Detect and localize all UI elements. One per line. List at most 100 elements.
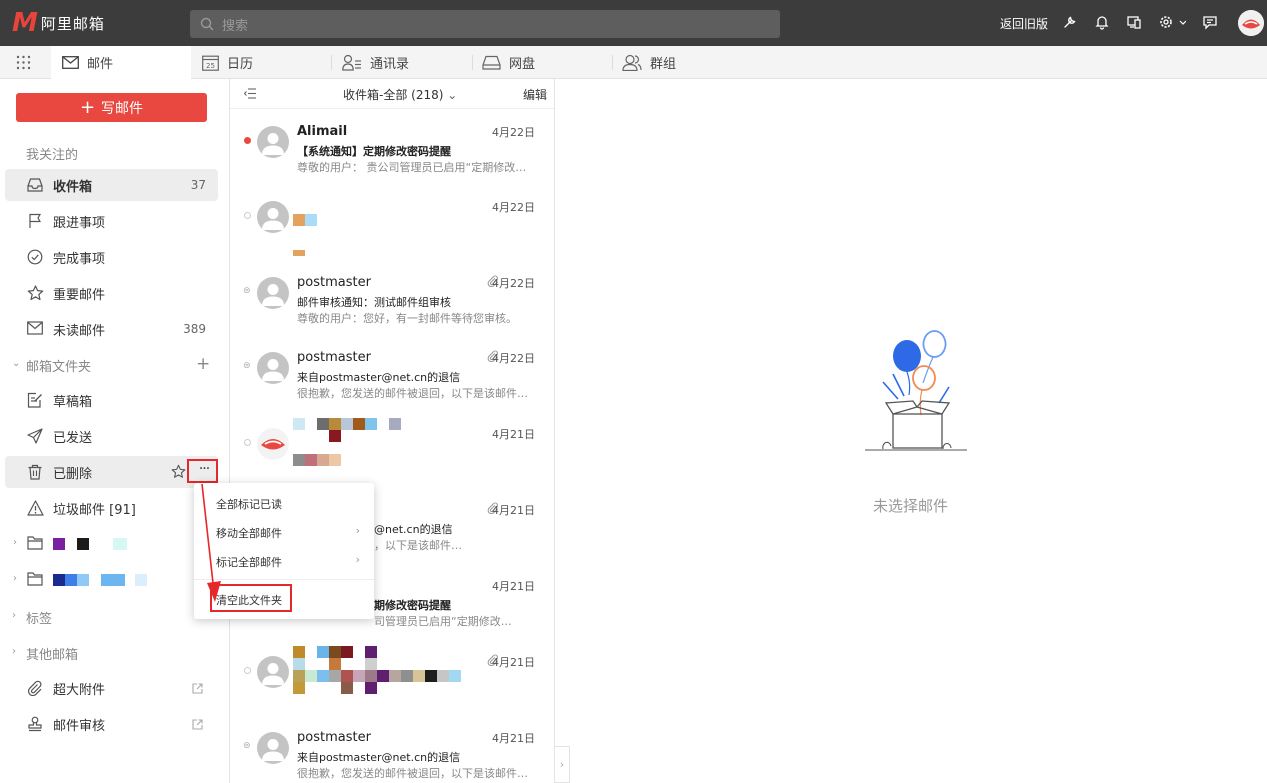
obscured-pixel xyxy=(329,658,341,670)
expand-pane-handle[interactable]: › xyxy=(555,746,570,783)
obscured-pixel xyxy=(293,682,305,694)
star-icon xyxy=(27,285,44,301)
settings-gear-icon[interactable] xyxy=(1158,14,1186,30)
mail-list-item[interactable]: 4月21日 xyxy=(230,414,554,490)
external-link-icon xyxy=(192,719,203,730)
app-logo[interactable]: M 阿里邮箱 xyxy=(12,10,105,36)
chevron-right-icon: › xyxy=(355,553,360,566)
mail-list-item[interactable]: 4月21日 xyxy=(230,642,554,718)
mail-list-item[interactable]: ⊜ postmaster 4月22日 邮件审核通知：测试邮件组审核 尊敬的用户：… xyxy=(230,263,554,339)
tools-icon[interactable] xyxy=(1062,14,1078,30)
folder-icon xyxy=(27,572,43,586)
warning-icon xyxy=(27,500,44,516)
devices-icon[interactable] xyxy=(1126,14,1142,30)
feedback-icon[interactable] xyxy=(1202,14,1218,30)
group-icon xyxy=(622,54,642,71)
obscured-pixel xyxy=(293,250,305,256)
obscured-pixel xyxy=(329,418,341,430)
add-folder-icon[interactable]: + xyxy=(196,356,210,373)
logo-text: 阿里邮箱 xyxy=(40,14,105,33)
mail-sender: postmaster xyxy=(297,275,371,290)
folder-filter-dropdown[interactable]: 收件箱-全部 (218) ⌄ xyxy=(343,86,457,103)
reading-pane: 未选择邮件 › xyxy=(555,79,1267,783)
tags-section-label: 标签 xyxy=(26,612,53,627)
obscured-pixel xyxy=(413,670,425,682)
mail-subject: 来自postmaster@net.cn的退信 xyxy=(297,751,461,764)
sidebar-item-label: 邮件审核 xyxy=(53,718,106,734)
search-input[interactable]: 搜索 xyxy=(190,10,780,38)
sidebar-item-large-attachment[interactable]: 超大附件 xyxy=(5,672,218,704)
sender-avatar xyxy=(257,352,289,384)
sidebar-item-custom-folder[interactable]: › xyxy=(5,528,218,560)
back-to-old-version-link[interactable]: 返回旧版 xyxy=(1000,0,1048,46)
mail-date: 4月21日 xyxy=(492,428,535,441)
folders-section-header[interactable]: ⌄ 邮箱文件夹 + xyxy=(0,355,230,376)
user-avatar[interactable] xyxy=(1238,10,1264,36)
sender-avatar xyxy=(257,201,289,233)
tab-calendar[interactable]: 25 日历 xyxy=(202,46,253,79)
chevron-right-icon: › xyxy=(13,573,17,584)
mail-date: 4月21日 xyxy=(492,504,535,517)
obscured-pixel xyxy=(341,418,353,430)
obscured-pixel xyxy=(425,670,437,682)
mail-list-item[interactable]: Alimail 4月22日 【系统通知】定期修改密码提醒 尊敬的用户： 贵公司管… xyxy=(230,112,554,188)
obscured-pixel xyxy=(341,646,353,658)
tab-contacts-label: 通讯录 xyxy=(370,57,410,72)
obscured-pixel xyxy=(449,670,461,682)
mail-sender: Alimail xyxy=(297,124,348,139)
obscured-pixel xyxy=(329,670,341,682)
read-dot xyxy=(244,439,251,446)
top-bar: M 阿里邮箱 搜索 返回旧版 xyxy=(0,0,1267,46)
tab-groups[interactable]: 群组 xyxy=(622,46,676,79)
obscured-pixel xyxy=(293,646,305,658)
tab-calendar-label: 日历 xyxy=(227,57,254,72)
trash-icon xyxy=(27,464,43,480)
tab-divider xyxy=(331,55,332,70)
mail-list-header: 收件箱-全部 (218) ⌄ 编辑 xyxy=(230,79,554,109)
sidebar-item-unread[interactable]: 未读邮件 389 xyxy=(5,313,218,345)
mail-preview: 尊敬的用户： 贵公司管理员已启用“定期修改… xyxy=(297,161,527,174)
sidebar-item-done[interactable]: 完成事项 xyxy=(5,241,218,273)
chevron-right-icon: › xyxy=(559,758,565,771)
sidebar-item-spam[interactable]: 垃圾邮件 [91] xyxy=(5,492,218,524)
obscured-pixel xyxy=(53,574,65,586)
obscured-pixel xyxy=(293,670,305,682)
tab-mail[interactable]: 邮件 xyxy=(51,46,191,79)
edit-button[interactable]: 编辑 xyxy=(523,86,547,103)
sidebar-item-inbox[interactable]: 收件箱 37 xyxy=(5,169,218,201)
mail-subject: 来自postmaster@net.cn的退信 xyxy=(297,371,461,384)
favorite-star-icon[interactable] xyxy=(171,464,186,479)
app-grid-icon[interactable] xyxy=(16,55,31,70)
collapse-sidebar-icon[interactable] xyxy=(244,88,256,99)
bell-icon[interactable] xyxy=(1094,14,1110,30)
mail-list-item[interactable]: ⊜ postmaster 4月21日 来自postmaster@net.cn的退… xyxy=(230,718,554,783)
sidebar-item-label: 跟进事项 xyxy=(53,215,106,231)
obscured-pixel xyxy=(317,670,329,682)
flag-icon xyxy=(27,213,43,229)
sidebar-item-label: 未读邮件 xyxy=(53,323,106,339)
obscured-pixel xyxy=(77,538,89,550)
sidebar-item-mail-audit[interactable]: 邮件审核 xyxy=(5,708,218,740)
compose-button[interactable]: + 写邮件 xyxy=(16,93,207,122)
sidebar-item-custom-folder[interactable]: › xyxy=(5,564,218,596)
unread-dot xyxy=(244,137,251,144)
tab-mail-label: 邮件 xyxy=(87,57,114,72)
obscured-pixel xyxy=(293,418,305,430)
tab-cloud-drive[interactable]: 网盘 xyxy=(482,46,535,79)
sidebar-item-sent[interactable]: 已发送 xyxy=(5,420,218,452)
mail-list-item[interactable]: ⊜ postmaster 4月22日 来自postmaster@net.cn的退… xyxy=(230,338,554,414)
other-mailboxes-header[interactable]: › 其他邮箱 xyxy=(0,643,230,663)
empty-state-text: 未选择邮件 xyxy=(873,497,949,515)
tab-contacts[interactable]: 通讯录 xyxy=(342,46,409,79)
obscured-pixel xyxy=(135,574,147,586)
sidebar-item-label: 已发送 xyxy=(53,430,93,446)
sidebar-item-drafts[interactable]: 草稿箱 xyxy=(5,384,218,416)
sidebar-item-important[interactable]: 重要邮件 xyxy=(5,277,218,309)
mail-subject: 期修改密码提醒 xyxy=(374,599,451,612)
sidebar-item-label: 收件箱 xyxy=(53,179,93,195)
compose-label: 写邮件 xyxy=(101,100,144,117)
cloud-drive-icon xyxy=(482,55,501,70)
sidebar-item-follow-up[interactable]: 跟进事项 xyxy=(5,205,218,237)
mail-list-item[interactable]: 4月22日 xyxy=(230,187,554,263)
mail-subject: @net.cn的退信 xyxy=(374,523,453,536)
